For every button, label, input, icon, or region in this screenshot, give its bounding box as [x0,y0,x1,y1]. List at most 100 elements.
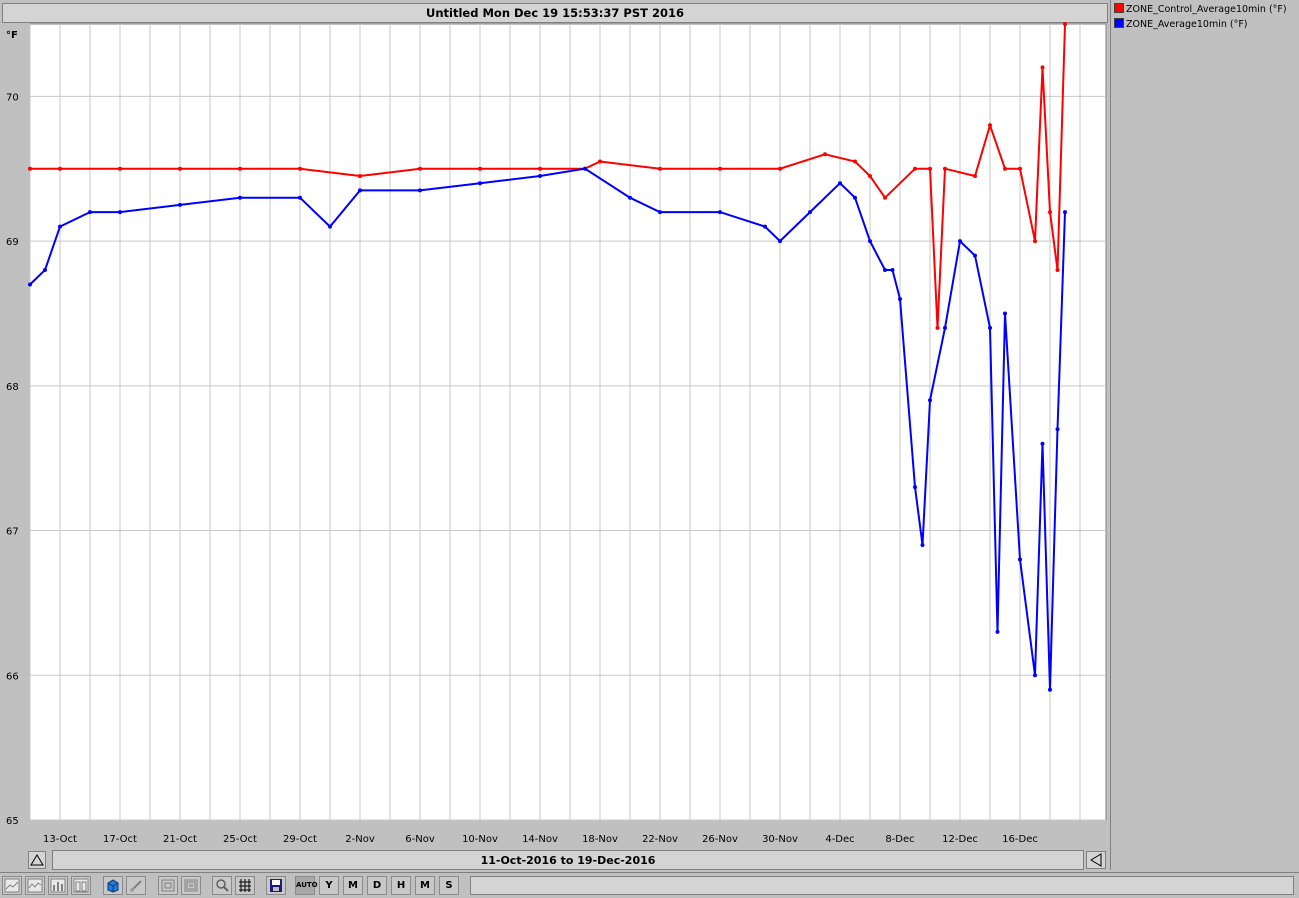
data-point-zone-average [718,210,722,215]
hour-button[interactable]: H [391,876,411,895]
legend-swatch-zone-average [1114,18,1124,28]
x-tick-label: 2-Nov [345,834,375,845]
minute-button[interactable]: M [415,876,435,895]
data-point-zone-control [868,174,872,178]
grid-toggle-button[interactable] [235,876,255,895]
data-point-zone-average [88,210,92,215]
y-tick-label: 67 [6,527,19,538]
data-point-zone-control [935,325,940,330]
data-point-zone-average [928,398,932,403]
chart-area[interactable]: 65 66 67 68 69 70 13-Oct 17-Oct 21-Oct 25-Oct 29-O… [0,0,1110,850]
zoom-out-region-icon [184,879,198,892]
save-button[interactable] [266,876,286,895]
data-point-zone-average [853,195,857,200]
line-chart-button[interactable] [25,876,45,895]
zoom-region-icon [161,879,175,892]
x-tick-label: 26-Nov [702,834,738,845]
data-point-zone-control [1055,268,1060,272]
data-point-zone-average [973,253,977,258]
x-tick-label: 30-Nov [762,834,798,845]
data-point-zone-average [358,188,362,193]
data-point-zone-average [178,202,182,207]
data-point-zone-control [1033,239,1037,244]
month-button[interactable]: M [343,876,363,895]
legend-item-zone-average[interactable]: ZONE_Average10min (°F) [1114,18,1248,32]
data-point-zone-control [118,166,122,171]
data-point-zone-control [1018,166,1022,171]
data-point-zone-average [328,224,332,229]
auto-scale-button[interactable]: AUTO [295,876,318,895]
data-point-zone-control [478,166,482,171]
data-point-zone-control [943,166,947,171]
data-point-zone-average [628,195,632,200]
second-button[interactable]: S [439,876,459,895]
data-point-zone-control [718,166,722,171]
data-point-zone-control [913,166,917,171]
x-tick-label: 22-Nov [642,834,678,845]
data-point-zone-control [598,159,602,164]
data-point-zone-average [763,224,767,229]
data-point-zone-average [1040,441,1045,446]
data-point-zone-average [913,485,917,490]
x-tick-label: 14-Nov [522,834,558,845]
data-point-zone-control [853,159,857,164]
zoom-out-region-button[interactable] [181,876,201,895]
data-point-zone-average [778,239,782,244]
time-range-row: 11-Oct-2016 to 19-Dec-2016 [0,850,1110,872]
data-point-zone-control [418,166,422,171]
bar-chart-button[interactable] [48,876,68,895]
data-point-zone-average [988,325,992,330]
legend-label-zone-control: ZONE_Control_Average10min (°F) [1126,4,1287,15]
data-point-zone-average [1063,210,1067,215]
data-point-zone-control [823,152,827,157]
area-chart-icon [4,878,20,893]
day-button[interactable]: D [367,876,387,895]
data-point-zone-control [58,166,62,171]
scroll-up-button[interactable] [28,851,46,869]
y-tick-label: 69 [6,237,19,248]
data-point-zone-average [1018,557,1022,562]
data-point-zone-average [943,325,947,330]
time-range-label[interactable]: 11-Oct-2016 to 19-Dec-2016 [52,850,1084,870]
legend-label-zone-average: ZONE_Average10min (°F) [1126,19,1248,30]
data-point-zone-control [658,166,662,171]
line-chart-icon [27,878,43,893]
x-tick-label: 13-Oct [43,834,77,845]
3d-box-icon [107,879,119,893]
data-point-zone-control [178,166,182,171]
data-point-zone-average [1055,427,1060,432]
legend-item-zone-control[interactable]: ZONE_Control_Average10min (°F) [1114,3,1287,17]
data-point-zone-control [1063,22,1067,26]
data-point-zone-average [808,210,812,215]
zoom-region-button[interactable] [158,876,178,895]
data-point-zone-average [898,297,902,301]
year-button[interactable]: Y [319,876,339,895]
data-point-zone-average [958,239,962,244]
data-point-zone-control [538,166,542,171]
x-tick-label: 17-Oct [103,834,137,845]
scroll-left-button[interactable] [1086,851,1106,869]
toolbar: AUTO Y M D H M S [0,872,1299,898]
triangle-up-icon [30,854,44,866]
brush-icon [130,880,142,892]
y-tick-label: 65 [6,816,19,827]
y-tick-label: 70 [6,92,19,103]
data-point-zone-average [583,166,587,171]
column-chart-button[interactable] [71,876,91,895]
data-point-zone-average [538,174,542,178]
x-tick-label: 29-Oct [283,834,317,845]
x-tick-label: 8-Dec [885,834,914,845]
area-chart-button[interactable] [2,876,22,895]
data-point-zone-average [298,195,302,200]
data-point-zone-control [928,166,932,171]
data-point-zone-control [988,123,992,128]
data-point-zone-average [890,268,895,272]
brush-button[interactable] [126,876,146,895]
3d-view-button[interactable] [103,876,123,895]
triangle-left-icon [1090,853,1102,867]
y-tick-label: 66 [6,671,19,682]
plot-background [29,23,1107,821]
zoom-button[interactable] [212,876,232,895]
data-point-zone-control [973,174,977,178]
x-tick-label: 4-Dec [825,834,854,845]
